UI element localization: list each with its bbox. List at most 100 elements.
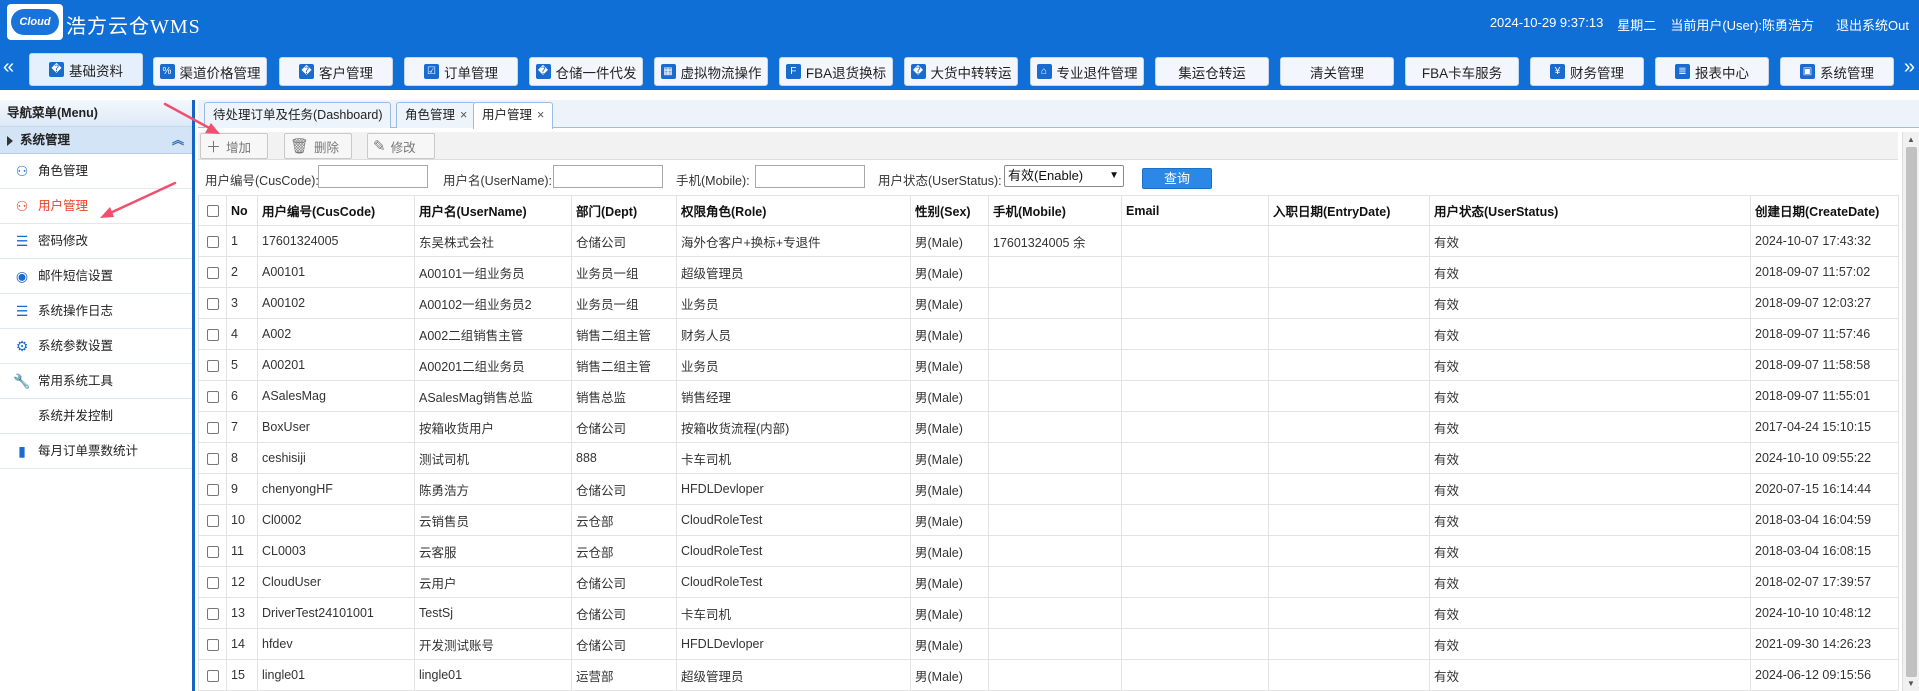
nav-item-10[interactable]: 清关管理 xyxy=(1280,57,1394,86)
table-row[interactable]: 13 DriverTest24101001 TestSj 仓储公司 卡车司机 男(Male… xyxy=(198,597,1899,629)
nav-item-7[interactable]: � 大货中转转运 xyxy=(904,57,1018,86)
nav-item-9[interactable]: 集运仓转运 xyxy=(1155,57,1269,86)
status-select[interactable]: 有效(Enable) ▼ xyxy=(1004,165,1124,187)
column-header[interactable]: 性别(Sex) xyxy=(910,195,989,226)
row-checkbox[interactable] xyxy=(198,256,227,288)
table-row[interactable]: 15 lingle01 lingle01 运营部 超级管理员 男(Male) 有效 2024-… xyxy=(198,659,1899,691)
scroll-down-icon[interactable]: ▼ xyxy=(1907,679,1915,688)
table-row[interactable]: 8 ceshisiji 测试司机 888 卡车司机 男(Male) 有效 2024-10-10… xyxy=(198,442,1899,474)
column-header[interactable]: Email xyxy=(1121,195,1269,226)
nav-item-2[interactable]: � 客户管理 xyxy=(279,57,393,86)
logout-link[interactable]: 退出系统Out xyxy=(1836,15,1909,34)
nav-item-8[interactable]: ⌂ 专业退件管理 xyxy=(1030,57,1144,86)
table-row[interactable]: 10 Cl0002 云销售员 云仓部 CloudRoleTest 男(Male) 有效 201… xyxy=(198,504,1899,536)
table-cell: 陈勇浩方 xyxy=(414,473,572,505)
table-cell: 2024-10-10 09:55:22 xyxy=(1750,442,1899,474)
row-checkbox[interactable] xyxy=(198,628,227,660)
tab-user-management[interactable]: 用户管理 × xyxy=(473,102,554,129)
table-row[interactable]: 1 17601324005 东吴株式会社 仓储公司 海外仓客户+换标+专退件 男(Male… xyxy=(198,225,1899,257)
sidebar-item-0[interactable]: ⚇ 角色管理 xyxy=(0,154,192,189)
nav-item-label: 仓储一件代发 xyxy=(555,65,637,81)
table-cell: CloudRoleTest xyxy=(676,535,911,567)
query-button[interactable]: 查询 xyxy=(1142,168,1212,189)
scrollbar-thumb[interactable] xyxy=(1906,147,1917,677)
mobile-input[interactable] xyxy=(755,165,865,188)
table-cell: 4 xyxy=(226,318,258,350)
username-input[interactable] xyxy=(553,165,663,188)
column-header[interactable]: 用户编号(CusCode) xyxy=(257,195,415,226)
nav-item-3[interactable]: ☑ 订单管理 xyxy=(404,57,518,86)
sidebar-group-system[interactable]: 系统管理 ︽ xyxy=(0,127,192,154)
tab-role-management[interactable]: 角色管理 × xyxy=(396,102,477,128)
row-checkbox[interactable] xyxy=(198,411,227,443)
table-cell: 10 xyxy=(226,504,258,536)
scroll-up-icon[interactable]: ▲ xyxy=(1907,135,1915,144)
close-icon[interactable]: × xyxy=(537,108,544,122)
column-header[interactable]: 权限角色(Role) xyxy=(676,195,911,226)
column-header[interactable]: No xyxy=(226,195,258,226)
nav-item-14[interactable]: ▣ 系统管理 xyxy=(1780,57,1894,86)
vertical-scrollbar[interactable]: ▲ ▼ xyxy=(1902,132,1919,691)
column-header[interactable]: 手机(Mobile) xyxy=(988,195,1122,226)
column-header[interactable]: 用户状态(UserStatus) xyxy=(1429,195,1751,226)
table-row[interactable]: 7 BoxUser 按箱收货用户 仓储公司 按箱收货流程(内部) 男(Male) 有效 201… xyxy=(198,411,1899,443)
nav-item-6[interactable]: F FBA退货换标 xyxy=(779,57,893,86)
sidebar-item-4[interactable]: ☰ 系统操作日志 xyxy=(0,294,192,329)
nav-item-5[interactable]: ▦ 虚拟物流操作 xyxy=(654,57,768,86)
sidebar-item-5[interactable]: ⚙ 系统参数设置 xyxy=(0,329,192,364)
nav-scroll-left-icon[interactable]: « xyxy=(3,57,14,77)
row-checkbox[interactable] xyxy=(198,442,227,474)
row-checkbox[interactable] xyxy=(198,349,227,381)
sidebar-item-6[interactable]: 🔧 常用系统工具 xyxy=(0,364,192,399)
sidebar-item-1[interactable]: ⚇ 用户管理 xyxy=(0,189,192,224)
sidebar-item-7[interactable]: 系统并发控制 xyxy=(0,399,192,434)
table-row[interactable]: 3 A00102 A00102一组业务员2 业务员一组 业务员 男(Male) 有效 2018… xyxy=(198,287,1899,319)
row-checkbox[interactable] xyxy=(198,318,227,350)
nav-item-11[interactable]: FBA卡车服务 xyxy=(1405,57,1519,86)
column-header[interactable]: 部门(Dept) xyxy=(571,195,677,226)
nav-item-1[interactable]: % 渠道价格管理 xyxy=(153,57,267,86)
row-checkbox[interactable] xyxy=(198,504,227,536)
table-row[interactable]: 5 A00201 A00201二组业务员 销售二组主管 业务员 男(Male) 有效 2018… xyxy=(198,349,1899,381)
row-checkbox[interactable] xyxy=(198,597,227,629)
cuscode-input[interactable] xyxy=(318,165,428,188)
nav-item-12[interactable]: ¥ 财务管理 xyxy=(1530,57,1644,86)
add-button[interactable]: ＋ 增加 xyxy=(200,133,268,159)
nav-item-label: FBA卡车服务 xyxy=(1421,65,1503,81)
column-header[interactable]: 用户名(UserName) xyxy=(414,195,572,226)
table-row[interactable]: 14 hfdev 开发测试账号 仓储公司 HFDLDevloper 男(Male) 有效 20… xyxy=(198,628,1899,660)
sidebar-item-3[interactable]: ◉ 邮件短信设置 xyxy=(0,259,192,294)
nav-item-13[interactable]: ≣ 报表中心 xyxy=(1655,57,1769,86)
nav-item-0[interactable]: � 基础资料 xyxy=(29,53,143,86)
table-cell xyxy=(1121,597,1269,629)
row-checkbox[interactable] xyxy=(198,566,227,598)
nav-item-4[interactable]: � 仓储一件代发 xyxy=(529,57,643,86)
sidebar-item-8[interactable]: ▮ 每月订单票数统计 xyxy=(0,434,192,469)
row-checkbox[interactable] xyxy=(198,380,227,412)
tab-dashboard[interactable]: 待处理订单及任务(Dashboard) xyxy=(204,102,392,128)
edit-button[interactable]: ✎ 修改 xyxy=(367,133,435,159)
nav-item-label: 渠道价格管理 xyxy=(179,65,261,81)
column-header[interactable]: 入职日期(EntryDate) xyxy=(1268,195,1430,226)
row-checkbox[interactable] xyxy=(198,659,227,691)
row-checkbox[interactable] xyxy=(198,535,227,567)
sidebar-item-2[interactable]: ☰ 密码修改 xyxy=(0,224,192,259)
table-row[interactable]: 11 CL0003 云客服 云仓部 CloudRoleTest 男(Male) 有效 2018… xyxy=(198,535,1899,567)
table-cell: 有效 xyxy=(1429,659,1751,691)
delete-button[interactable]: 🗑 删除 xyxy=(284,133,352,159)
column-header[interactable]: 创建日期(CreateDate) xyxy=(1750,195,1899,226)
collapse-chevron-icon[interactable]: ︽ xyxy=(172,127,184,154)
table-cell: 2018-09-07 11:57:02 xyxy=(1750,256,1899,288)
select-all-checkbox[interactable] xyxy=(198,195,227,226)
table-row[interactable]: 12 CloudUser 云用户 仓储公司 CloudRoleTest 男(Male) 有效… xyxy=(198,566,1899,598)
row-checkbox[interactable] xyxy=(198,473,227,505)
table-row[interactable]: 6 ASalesMag ASalesMag销售总监 销售总监 销售经理 男(Male) 有效… xyxy=(198,380,1899,412)
nav-scroll-right-icon[interactable]: » xyxy=(1904,57,1915,77)
row-checkbox[interactable] xyxy=(198,287,227,319)
row-checkbox[interactable] xyxy=(198,225,227,257)
table-row[interactable]: 2 A00101 A00101一组业务员 业务员一组 超级管理员 男(Male) 有效 201… xyxy=(198,256,1899,288)
close-icon[interactable]: × xyxy=(460,108,467,122)
table-row[interactable]: 4 A002 A002二组销售主管 销售二组主管 财务人员 男(Male) 有效 2018-0… xyxy=(198,318,1899,350)
table-row[interactable]: 9 chenyongHF 陈勇浩方 仓储公司 HFDLDevloper 男(Male) 有效… xyxy=(198,473,1899,505)
table-cell xyxy=(1121,535,1269,567)
